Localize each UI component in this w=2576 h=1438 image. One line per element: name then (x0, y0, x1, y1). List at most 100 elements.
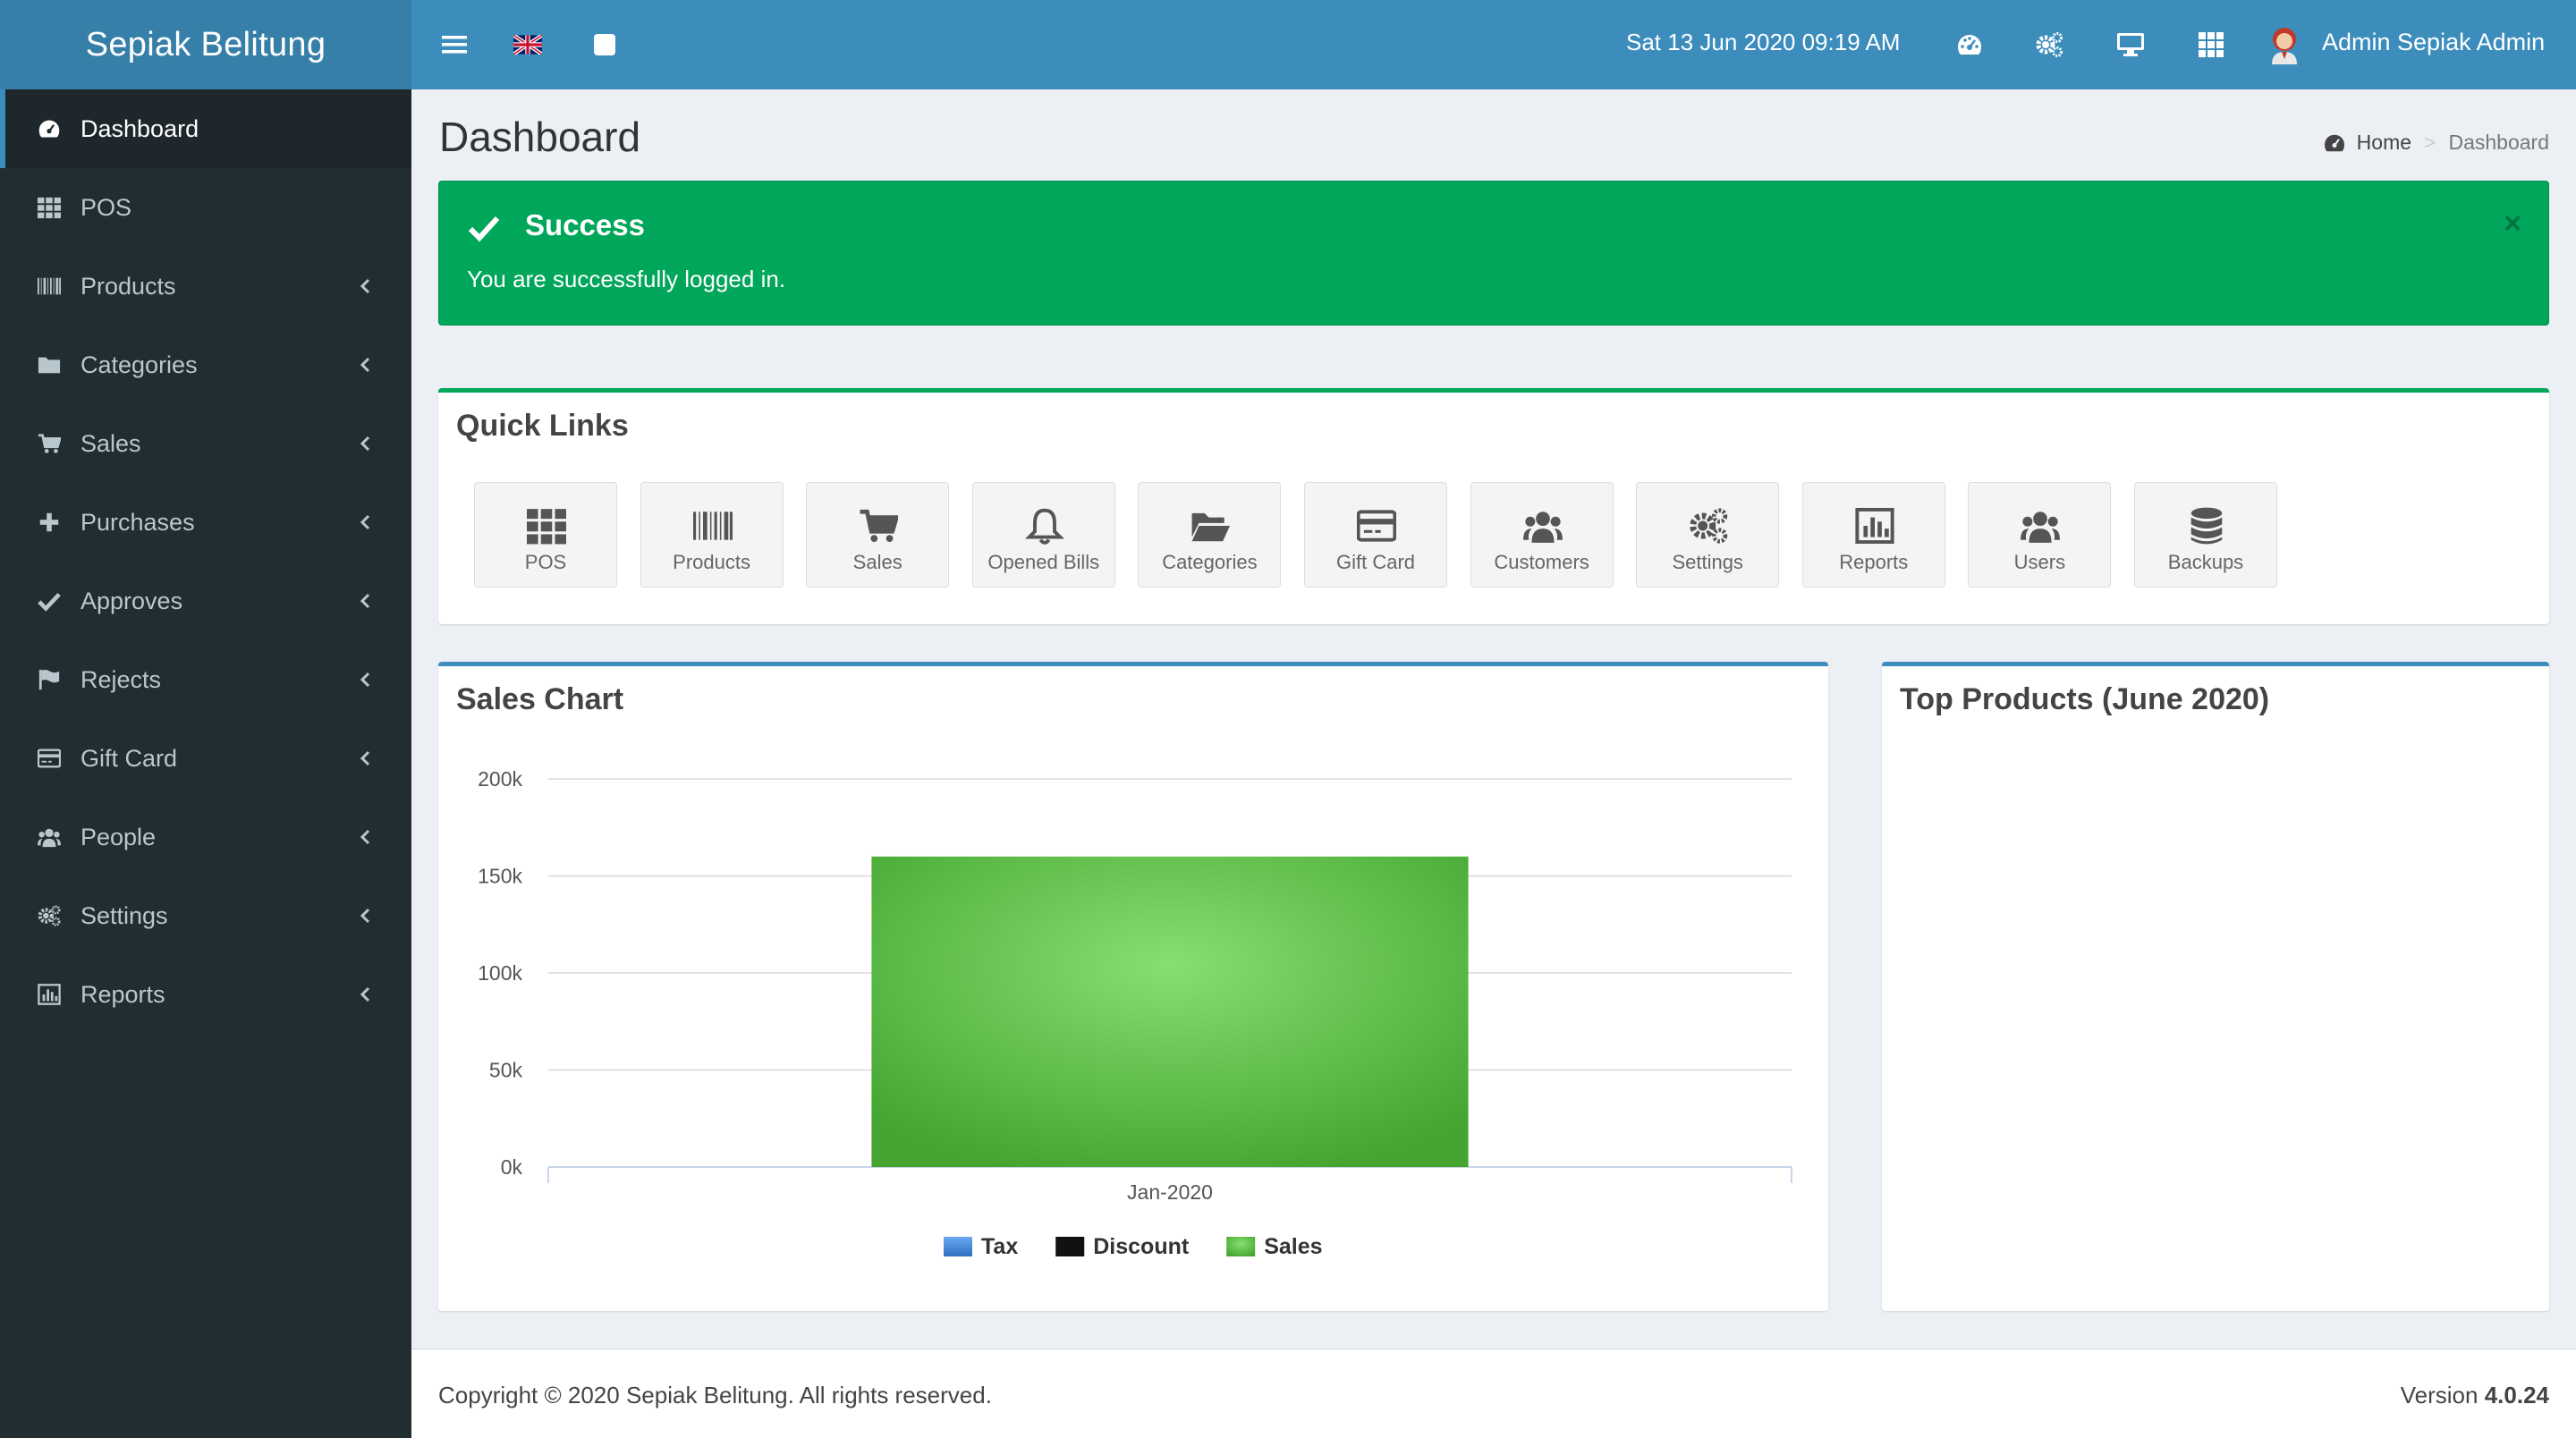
chevron-left-icon (354, 432, 377, 455)
breadcrumb-home[interactable]: Home (2357, 131, 2411, 155)
version-label: Version (2400, 1382, 2479, 1408)
close-icon[interactable]: × (2504, 208, 2521, 239)
chevron-left-icon (354, 353, 377, 376)
sidebar-item-settings[interactable]: Settings (0, 876, 411, 955)
square-icon[interactable] (589, 29, 621, 61)
quick-link-label: Customers (1494, 551, 1589, 573)
quick-link-label: Settings (1672, 551, 1743, 573)
sidebar-item-label: Products (80, 272, 176, 300)
quick-link-gift-card[interactable]: Gift Card (1304, 482, 1447, 588)
settings-gears-icon[interactable] (2034, 29, 2066, 61)
legend-swatch-sales (1226, 1237, 1256, 1256)
sidebar-item-label: Gift Card (80, 744, 178, 772)
menu-toggle-icon[interactable] (438, 29, 470, 61)
dashboard-icon (2323, 133, 2346, 153)
chevron-left-icon (354, 511, 377, 534)
sidebar-item-label: Rejects (80, 665, 162, 693)
chevron-left-icon (354, 668, 377, 691)
sidebar-item-label: Dashboard (80, 114, 199, 142)
gears-icon (36, 902, 63, 929)
sidebar-item-categories[interactable]: Categories (0, 326, 411, 404)
sidebar-item-purchases[interactable]: Purchases (0, 483, 411, 562)
sidebar-item-products[interactable]: Products (0, 247, 411, 326)
sales-chart-box: Sales Chart 0k 50k 100k 150k 200k Jan-2020 Tax… (438, 662, 1828, 1311)
sidebar-item-rejects[interactable]: Rejects (0, 640, 411, 719)
credit-card-icon (1356, 506, 1397, 546)
dashboard-icon (36, 115, 63, 142)
y-tick-label: 100k (478, 961, 522, 985)
folder-open-icon (1191, 506, 1231, 546)
alert-title: Success (525, 208, 645, 241)
credit-card-icon (36, 745, 63, 772)
check-icon (36, 588, 63, 614)
top-products-title: Top Products (June 2020) (1900, 682, 2270, 716)
quick-link-label: Opened Bills (987, 551, 1100, 573)
sidebar-item-sales[interactable]: Sales (0, 404, 411, 483)
sidebar-item-label: Purchases (80, 508, 195, 536)
quick-link-pos[interactable]: POS (474, 482, 617, 588)
sidebar-item-label: Categories (80, 351, 198, 378)
top-navbar: Sat 13 Jun 2020 09:19 AM Admin Sepiak Ad… (411, 0, 2576, 89)
legend-label: Tax (981, 1234, 1018, 1259)
legend-label: Sales (1264, 1234, 1322, 1259)
sidebar-item-gift-card[interactable]: Gift Card (0, 719, 411, 798)
grid-icon (36, 194, 63, 221)
brand-logo[interactable]: Sepiak Belitung (0, 0, 411, 89)
quick-link-opened-bills[interactable]: Opened Bills (971, 482, 1115, 588)
quick-links-box: Quick Links POS Products Sales Opened Bills… (438, 388, 2549, 624)
bar-chart-icon (36, 981, 63, 1008)
database-icon (2187, 506, 2226, 546)
users-icon (36, 824, 63, 850)
quick-link-reports[interactable]: Reports (1801, 482, 1945, 588)
legend-label: Discount (1093, 1234, 1190, 1259)
quick-link-label: Users (2013, 551, 2066, 573)
monitor-icon[interactable] (2114, 29, 2147, 61)
y-tick-label: 0k (501, 1155, 523, 1179)
bar-chart-icon (1855, 506, 1894, 546)
bar-sales (871, 856, 1469, 1167)
quick-link-settings[interactable]: Settings (1636, 482, 1780, 588)
folder-icon (36, 351, 63, 378)
cart-icon (859, 506, 900, 546)
quick-link-products[interactable]: Products (640, 482, 784, 588)
dashboard-icon[interactable] (1953, 29, 1986, 61)
quick-link-label: Reports (1839, 551, 1909, 573)
quick-link-categories[interactable]: Categories (1138, 482, 1282, 588)
sidebar-item-label: Reports (80, 980, 165, 1008)
top-products-box: Top Products (June 2020) (1882, 662, 2549, 1311)
sidebar-item-people[interactable]: People (0, 798, 411, 876)
barcode-icon (36, 273, 63, 300)
quick-links-title: Quick Links (456, 409, 629, 443)
chevron-left-icon (354, 589, 377, 613)
quick-link-sales[interactable]: Sales (806, 482, 950, 588)
legend-swatch-discount (1055, 1237, 1085, 1256)
cart-icon (36, 430, 63, 457)
sidebar-item-label: Approves (80, 587, 183, 614)
quick-link-label: POS (524, 551, 567, 573)
chevron-left-icon (354, 747, 377, 770)
uk-flag-icon[interactable] (512, 29, 544, 61)
sidebar-item-dashboard[interactable]: Dashboard (0, 89, 411, 168)
legend-swatch-tax (944, 1237, 972, 1256)
version-number: 4.0.24 (2484, 1382, 2549, 1408)
sidebar-item-pos[interactable]: POS (0, 168, 411, 247)
breadcrumb-current: Dashboard (2448, 131, 2549, 154)
alert-message: You are successfully logged in. (467, 266, 786, 292)
page-title: Dashboard (439, 114, 641, 160)
quick-link-customers[interactable]: Customers (1470, 482, 1614, 588)
quick-link-label: Categories (1162, 551, 1258, 573)
quick-link-label: Gift Card (1335, 551, 1416, 573)
sidebar-item-reports[interactable]: Reports (0, 955, 411, 1034)
user-name[interactable]: Admin Sepiak Admin (2322, 29, 2545, 56)
quick-link-backups[interactable]: Backups (2134, 482, 2277, 588)
breadcrumb-separator: > (2424, 131, 2436, 154)
y-tick-label: 50k (489, 1059, 523, 1082)
version-text: Version 4.0.24 (2401, 1382, 2549, 1409)
grid-icon[interactable] (2195, 29, 2227, 61)
sidebar-item-approves[interactable]: Approves (0, 562, 411, 640)
quick-link-users[interactable]: Users (1968, 482, 2112, 588)
chevron-left-icon (354, 904, 377, 927)
gears-icon (1689, 506, 1728, 546)
x-tick-label: Jan-2020 (1127, 1180, 1213, 1204)
avatar[interactable] (2265, 25, 2304, 64)
